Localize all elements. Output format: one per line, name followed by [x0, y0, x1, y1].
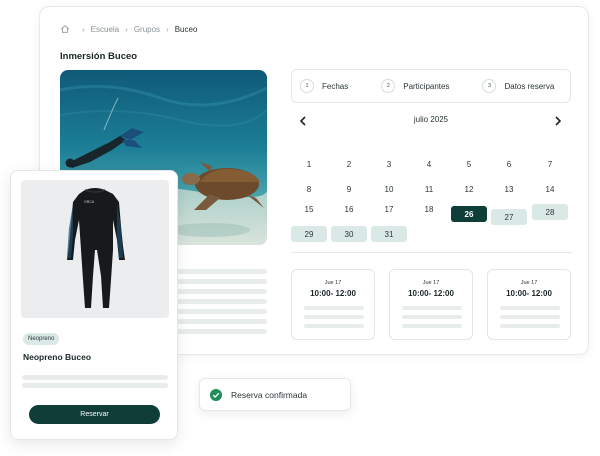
step-label: Datos reserva: [504, 81, 555, 91]
divider: [291, 252, 572, 253]
calendar-day[interactable]: 15: [291, 201, 327, 217]
calendar-day[interactable]: 5: [451, 156, 487, 172]
check-circle-icon: [210, 388, 222, 401]
breadcrumb-current: Buceo: [174, 24, 198, 34]
breadcrumb-item-grupos[interactable]: Grupos: [134, 25, 160, 34]
wetsuit-logo: ORCA: [84, 200, 95, 204]
calendar-day[interactable]: 18: [411, 201, 447, 217]
slot-time: 10:00- 12:00: [408, 289, 454, 298]
page-title: Inmersión Buceo: [60, 51, 138, 62]
calendar-header: julio 2025: [291, 111, 571, 131]
confirmation-toast: Reserva confirmada: [199, 378, 351, 411]
calendar-day[interactable]: 30: [331, 226, 367, 242]
slot-time: 10:00- 12:00: [310, 289, 356, 298]
wetsuit-image: ORCA: [21, 180, 169, 318]
slot-time: 10:00- 12:00: [506, 289, 552, 298]
slot-date: Jue 17: [324, 280, 342, 286]
step-number: 2: [381, 79, 396, 93]
calendar-day[interactable]: 2: [331, 156, 367, 172]
chevron-right-icon: ›: [82, 24, 85, 34]
calendar-day[interactable]: 27: [491, 209, 527, 225]
step-label: Participantes: [403, 81, 450, 91]
calendar-day[interactable]: 12: [451, 181, 487, 197]
calendar-day[interactable]: 7: [532, 156, 568, 172]
slot-date: Jue 17: [520, 280, 538, 286]
step-datos-reserva[interactable]: 3 Datos reserva: [482, 79, 554, 93]
calendar-day[interactable]: 28: [532, 204, 568, 220]
calendar-day[interactable]: 4: [411, 156, 447, 172]
product-card: ORCA Neopreno Neopreno Buceo Reservar: [10, 170, 178, 440]
breadcrumb-item-escuela[interactable]: Escuela: [91, 25, 119, 34]
calendar-day[interactable]: 1: [291, 156, 327, 172]
time-slot[interactable]: Jue 17 10:00- 12:00: [291, 269, 375, 340]
reserve-button[interactable]: Reservar: [29, 405, 160, 424]
category-badge: Neopreno: [23, 333, 60, 345]
calendar-day[interactable]: 3: [371, 156, 407, 172]
calendar-day[interactable]: 9: [331, 181, 367, 197]
calendar-day[interactable]: 26: [451, 206, 487, 222]
chevron-right-icon[interactable]: [550, 113, 566, 129]
calendar-day[interactable]: 31: [371, 226, 407, 242]
time-slot[interactable]: Jue 17 10:00- 12:00: [389, 269, 473, 340]
chevron-right-icon: ›: [125, 24, 128, 34]
calendar-day[interactable]: 10: [371, 181, 407, 197]
toast-message: Reserva confirmada: [231, 389, 308, 400]
calendar-day[interactable]: 29: [291, 226, 327, 242]
calendar-day[interactable]: 8: [291, 181, 327, 197]
text-placeholder: [22, 375, 168, 380]
home-icon[interactable]: [60, 24, 70, 34]
calendar-day[interactable]: 16: [331, 201, 367, 217]
product-title: Neopreno Buceo: [23, 352, 92, 362]
slot-date: Jue 17: [422, 280, 440, 286]
calendar-day[interactable]: 11: [411, 181, 447, 197]
step-participantes[interactable]: 2 Participantes: [381, 79, 449, 93]
text-placeholder: [22, 383, 168, 388]
calendar-day[interactable]: 6: [491, 156, 527, 172]
breadcrumb: › Escuela › Grupos › Buceo: [60, 24, 197, 34]
calendar-day[interactable]: 14: [532, 181, 568, 197]
calendar-month: julio 2025: [413, 115, 449, 124]
step-label: Fechas: [322, 81, 349, 91]
time-slot[interactable]: Jue 17 10:00- 12:00: [487, 269, 571, 340]
calendar-day[interactable]: 17: [371, 201, 407, 217]
step-fechas[interactable]: 1 Fechas: [300, 79, 348, 93]
booking-steps: 1 Fechas 2 Participantes 3 Datos reserva: [291, 69, 571, 103]
step-number: 3: [482, 79, 497, 93]
calendar-day[interactable]: 13: [491, 181, 527, 197]
description-placeholder: [176, 269, 267, 339]
chevron-right-icon: ›: [166, 24, 169, 34]
step-number: 1: [300, 79, 314, 93]
